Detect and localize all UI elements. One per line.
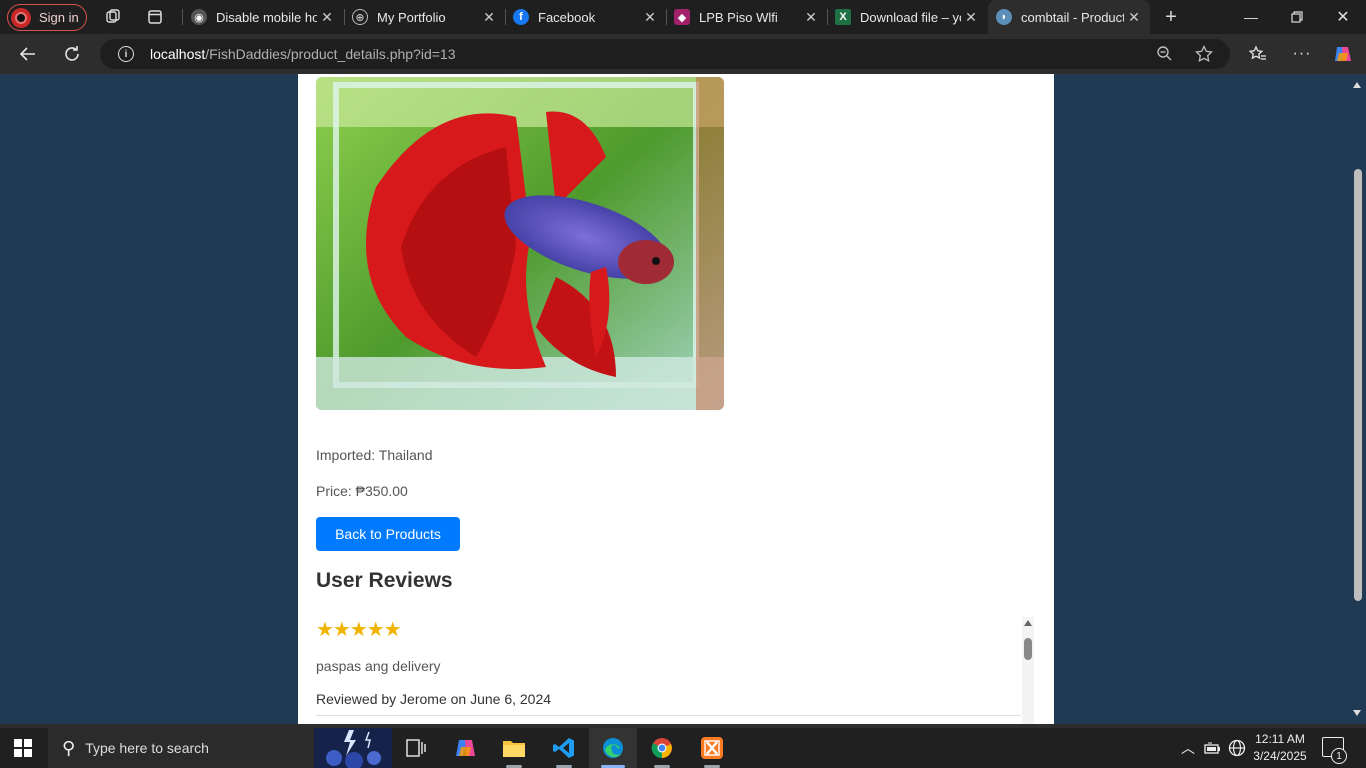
scroll-thumb[interactable] [1024, 638, 1032, 660]
network-globe-icon[interactable] [1228, 728, 1246, 768]
profile-avatar-icon [11, 7, 31, 28]
page-viewport: Imported: Thailand Price: ₱350.00 Back t… [0, 74, 1366, 724]
url-host: localhost [150, 46, 206, 62]
tab-4[interactable]: X Download file – yo ✕ [827, 0, 987, 34]
vscode-icon[interactable] [540, 728, 588, 768]
tab-actions-icon[interactable] [145, 7, 165, 27]
search-placeholder: Type here to search [85, 740, 209, 756]
product-card: Imported: Thailand Price: ₱350.00 Back t… [298, 74, 1054, 724]
price-text: Price: ₱350.00 [316, 483, 408, 499]
back-to-products-button[interactable]: Back to Products [316, 517, 460, 551]
tab-2[interactable]: f Facebook ✕ [505, 0, 666, 34]
product-image [316, 77, 724, 410]
new-tab-icon[interactable]: + [1161, 6, 1181, 28]
chrome-icon[interactable] [638, 728, 686, 768]
scroll-thumb[interactable] [1354, 169, 1362, 601]
tab-0[interactable]: ◉ Disable mobile hor ✕ [183, 0, 343, 34]
file-explorer-icon[interactable] [490, 728, 538, 768]
close-icon[interactable]: ✕ [317, 9, 337, 26]
copilot-icon[interactable] [1329, 42, 1357, 66]
tab-title: Facebook [538, 9, 596, 25]
close-icon[interactable]: ✕ [479, 9, 499, 26]
reviews-heading: User Reviews [316, 569, 453, 592]
address-bar[interactable]: i localhost/FishDaddies/product_details.… [100, 39, 1230, 69]
review-byline: Reviewed by Jerome on June 6, 2024 [316, 691, 552, 707]
star-rating: ★★★★★ [316, 619, 402, 641]
imported-text: Imported: Thailand [316, 447, 433, 463]
workspaces-icon[interactable] [103, 7, 123, 27]
scroll-up-arrow-icon[interactable] [1353, 82, 1361, 88]
edge-browser-icon[interactable] [589, 728, 637, 768]
close-icon[interactable]: ✕ [961, 9, 981, 26]
reviews-list[interactable]: ★★★★★ paspas ang delivery Reviewed by Je… [298, 617, 1034, 724]
tab-title: LPB Piso Wlfi [699, 9, 778, 25]
show-hidden-icons-icon[interactable]: ︿ [1181, 728, 1195, 768]
clock-time: 12:11 AM [1255, 732, 1305, 746]
windows-start-icon[interactable] [14, 739, 32, 757]
restore-icon[interactable] [1274, 0, 1320, 34]
tab-title: My Portfolio [377, 9, 446, 25]
fish-icon: ◗ [996, 9, 1012, 25]
tab-title: Disable mobile hor [216, 9, 317, 25]
url-path: /FishDaddies/product_details.php?id=13 [205, 46, 456, 62]
globe-icon: ⊕ [352, 9, 368, 25]
signin-label: Sign in [39, 10, 79, 25]
task-view-icon[interactable] [392, 728, 440, 768]
github-icon: ◉ [191, 9, 207, 25]
wifi-icon: ◆ [674, 9, 690, 25]
site-info-icon[interactable]: i [118, 46, 134, 62]
zoom-out-icon[interactable] [1156, 45, 1172, 66]
search-highlight-image [314, 728, 392, 768]
refresh-icon[interactable] [58, 42, 86, 66]
search-icon: ⚲ [62, 737, 76, 758]
back-arrow-icon[interactable] [14, 42, 42, 66]
review-divider [316, 715, 1021, 716]
close-icon[interactable]: ✕ [801, 9, 821, 26]
minimize-icon[interactable]: — [1228, 0, 1274, 34]
scroll-down-arrow-icon[interactable] [1353, 710, 1361, 716]
clock-date: 3/24/2025 [1253, 749, 1307, 763]
battery-icon[interactable] [1204, 728, 1222, 768]
excel-icon: X [835, 9, 851, 25]
review-text: paspas ang delivery [316, 658, 441, 674]
profile-signin-button[interactable]: Sign in [7, 4, 87, 31]
tab-1[interactable]: ⊕ My Portfolio ✕ [344, 0, 505, 34]
page-scrollbar[interactable] [1348, 74, 1366, 724]
more-menu-icon[interactable]: ··· [1288, 42, 1316, 66]
windows-taskbar: ⚲ Type here to search ︿ 12:11 AM 3/24/20… [0, 728, 1366, 768]
notification-count-badge: 1 [1331, 748, 1347, 764]
scroll-up-arrow-icon[interactable] [1024, 620, 1032, 626]
browser-toolbar: i localhost/FishDaddies/product_details.… [0, 34, 1366, 74]
system-clock[interactable]: 12:11 AM 3/24/2025 [1250, 731, 1310, 765]
taskbar-search-box[interactable]: ⚲ Type here to search [48, 728, 392, 768]
reviews-scrollbar[interactable] [1022, 617, 1034, 724]
close-icon[interactable]: ✕ [640, 9, 660, 26]
copilot-taskbar-icon[interactable] [442, 728, 490, 768]
tab-3[interactable]: ◆ LPB Piso Wlfi ✕ [666, 0, 827, 34]
tab-5-active[interactable]: ◗ combtail - Product ✕ [988, 0, 1150, 34]
close-icon[interactable]: ✕ [1124, 9, 1144, 26]
tab-title: Download file – yo [860, 9, 961, 25]
browser-tab-strip: Sign in ◉ Disable mobile hor ✕ ⊕ My Port… [0, 0, 1366, 34]
favorite-star-icon[interactable] [1195, 44, 1213, 68]
tab-title: combtail - Product [1021, 9, 1124, 25]
close-window-icon[interactable]: ✕ [1320, 0, 1366, 34]
facebook-icon: f [513, 9, 529, 25]
favorites-icon[interactable] [1244, 42, 1272, 66]
xampp-icon[interactable] [688, 728, 736, 768]
